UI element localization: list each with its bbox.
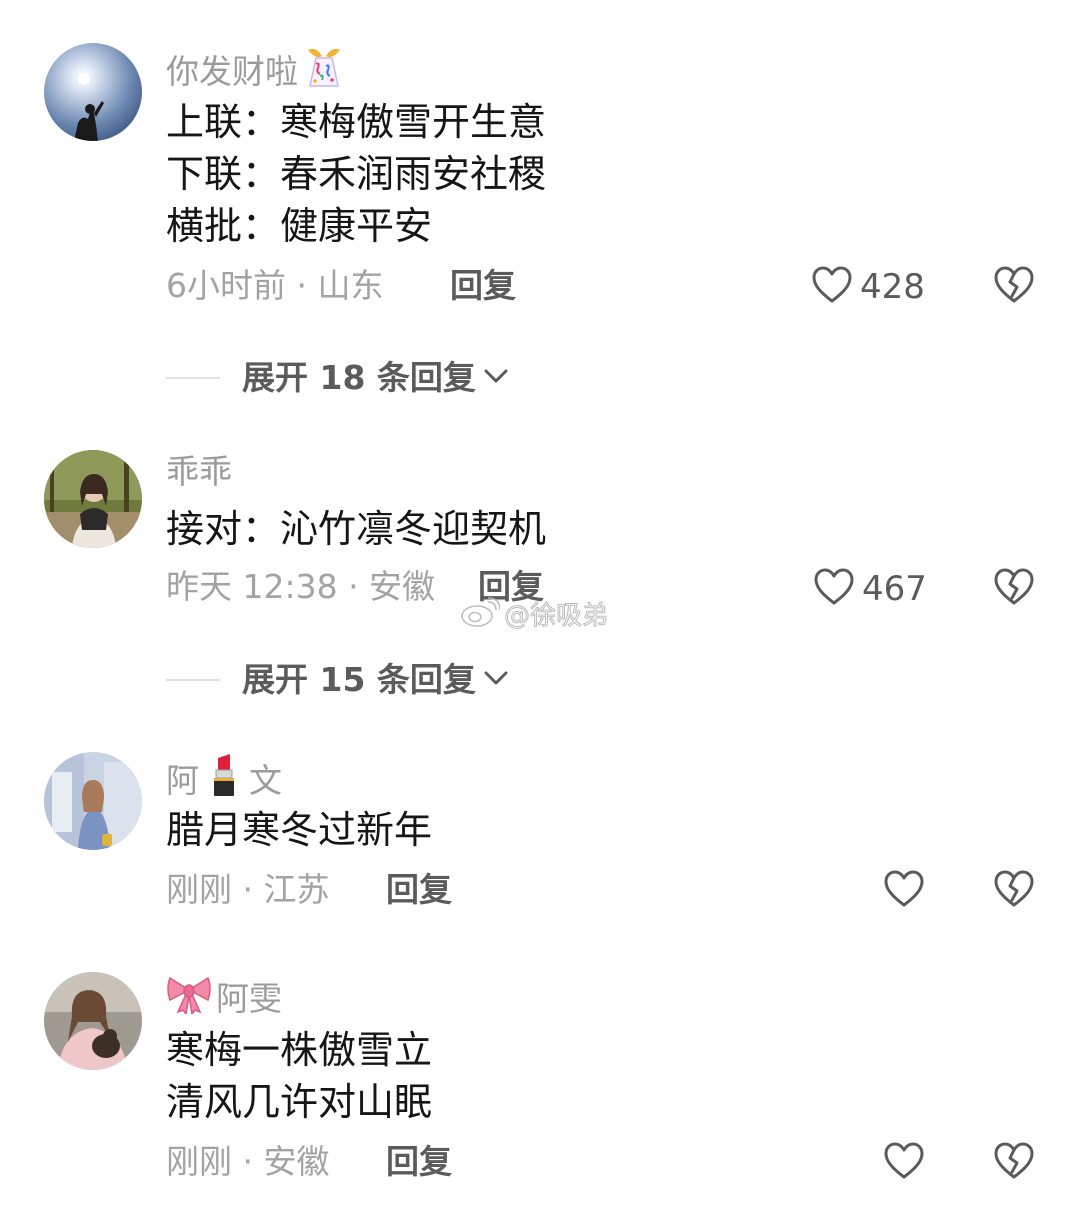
comment-body: 腊月寒冬过新年 xyxy=(166,804,432,856)
avatar[interactable] xyxy=(44,450,142,548)
weibo-logo-icon xyxy=(460,596,501,632)
broken-heart-icon[interactable] xyxy=(994,568,1034,608)
comment-line: 腊月寒冬过新年 xyxy=(166,808,433,852)
comment-line: 上联：寒梅傲雪开生意 xyxy=(166,100,547,144)
reply-button[interactable]: 回复 xyxy=(386,1142,452,1182)
comment-meta: 6小时前 · 山东 xyxy=(166,266,384,305)
expand-replies-button[interactable]: 展开 15 条回复 xyxy=(166,660,510,700)
comment-username[interactable]: 阿雯 xyxy=(166,974,282,1023)
broken-heart-icon[interactable] xyxy=(994,266,1034,306)
heart-icon xyxy=(814,568,854,610)
like-count: 428 xyxy=(860,267,925,307)
comment-username[interactable]: 你发财啦 xyxy=(166,46,346,97)
divider xyxy=(166,377,220,379)
avatar[interactable] xyxy=(44,43,142,141)
comment-line: 寒梅一株傲雪立 xyxy=(166,1028,433,1072)
lipstick-icon xyxy=(205,754,243,807)
like-button[interactable] xyxy=(884,870,924,912)
heart-icon xyxy=(812,266,852,308)
expand-replies-button[interactable]: 展开 18 条回复 xyxy=(166,358,510,398)
comment-username[interactable]: 阿 文 xyxy=(166,754,282,807)
comment-body: 上联：寒梅傲雪开生意 下联：春禾润雨安社稷 横批：健康平安 xyxy=(166,96,546,252)
reply-button[interactable]: 回复 xyxy=(450,266,516,306)
ribbon-icon xyxy=(166,974,212,1023)
comment-line: 下联：春禾润雨安社稷 xyxy=(166,152,547,196)
comment-body: 寒梅一株傲雪立 清风几许对山眠 xyxy=(166,1024,432,1128)
comment-meta: 刚刚 · 江苏 xyxy=(166,870,330,909)
chevron-down-icon xyxy=(482,668,510,692)
avatar[interactable] xyxy=(44,972,142,1070)
broken-heart-icon[interactable] xyxy=(994,870,1034,910)
comment-line: 接对：沁竹凛冬迎契机 xyxy=(166,507,547,551)
like-button[interactable] xyxy=(884,1142,924,1184)
like-count: 467 xyxy=(862,569,927,609)
heart-icon xyxy=(884,1142,924,1184)
divider xyxy=(166,679,220,681)
like-button[interactable]: 467 xyxy=(814,568,927,610)
comment-meta: 刚刚 · 安徽 xyxy=(166,1142,330,1181)
comment-username[interactable]: 乖乖 xyxy=(166,452,232,492)
heart-icon xyxy=(884,870,924,912)
avatar[interactable] xyxy=(44,752,142,850)
chevron-down-icon xyxy=(482,366,510,390)
comment-line: 横批：健康平安 xyxy=(166,204,433,248)
confetti-icon xyxy=(302,46,346,97)
comment-meta: 昨天 12:38 · 安徽 xyxy=(166,567,436,606)
comment-body: 接对：沁竹凛冬迎契机 xyxy=(166,503,546,555)
broken-heart-icon[interactable] xyxy=(994,1142,1034,1182)
like-button[interactable]: 428 xyxy=(812,266,925,308)
watermark: @徐吸弟 xyxy=(460,595,609,632)
comment-line: 清风几许对山眠 xyxy=(166,1080,433,1124)
reply-button[interactable]: 回复 xyxy=(386,870,452,910)
